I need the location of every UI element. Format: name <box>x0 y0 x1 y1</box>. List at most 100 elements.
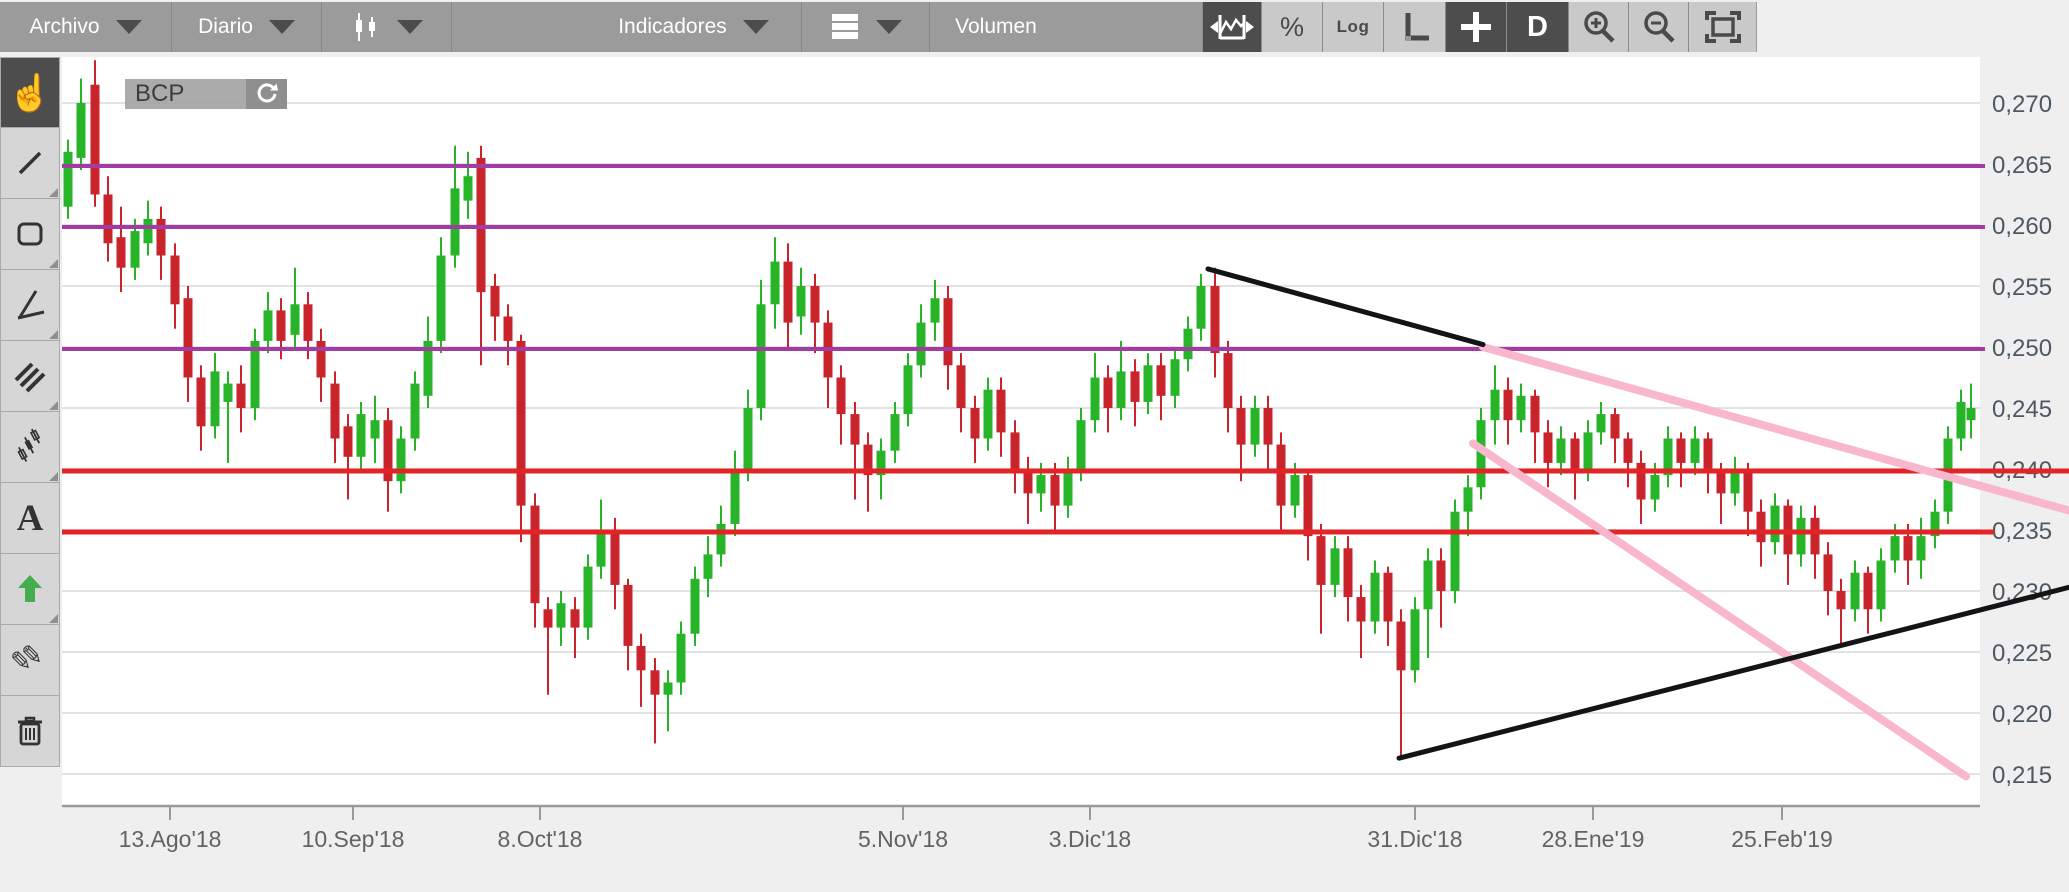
candle-up <box>263 310 273 341</box>
tool-parallel-lines[interactable] <box>0 341 60 412</box>
interval-daily-button[interactable]: D <box>1506 2 1568 52</box>
candle-up <box>1036 475 1046 494</box>
candle-down <box>1383 572 1393 622</box>
tool-text[interactable]: A <box>0 483 60 554</box>
candle-up <box>410 383 420 439</box>
fullscreen-button[interactable] <box>1688 2 1756 52</box>
menu-archivo[interactable]: Archivo <box>0 2 171 52</box>
tool-freehand-draw[interactable]: ✎ ✎ <box>0 625 60 696</box>
candle-up <box>1890 536 1900 561</box>
candle-down <box>1050 475 1060 506</box>
candle-up <box>583 566 593 628</box>
menu-diario-label: Diario <box>198 15 253 38</box>
candle-up <box>730 469 740 524</box>
menu-chart-style[interactable] <box>321 2 451 52</box>
tool-cursor[interactable]: ☝ <box>0 57 60 128</box>
candle-up <box>930 298 940 323</box>
trash-icon <box>18 716 42 746</box>
candle-down <box>850 414 860 445</box>
zoom-out-button[interactable] <box>1628 2 1688 52</box>
tool-angle-lines[interactable] <box>0 270 60 341</box>
candle-up <box>290 304 300 335</box>
candle-up <box>76 103 86 158</box>
candle-up <box>1966 408 1976 421</box>
candle-down <box>1810 517 1820 555</box>
layout-list-icon <box>831 14 858 39</box>
candle-down <box>1743 469 1753 512</box>
candle-up <box>396 438 406 482</box>
log-scale-button[interactable]: Log <box>1322 2 1383 52</box>
angle-lines-icon <box>17 290 45 320</box>
candle-up <box>356 414 366 457</box>
volumen-label: Volumen <box>955 15 1037 38</box>
menu-indicadores[interactable]: Indicadores <box>451 2 801 52</box>
percent-scale-button[interactable]: % <box>1261 2 1322 52</box>
candle-up <box>143 218 153 244</box>
tool-delete-drawings[interactable] <box>0 696 60 767</box>
candle-down <box>1103 377 1113 408</box>
zoom-in-icon <box>1583 11 1615 43</box>
candle-down <box>236 383 246 408</box>
zoom-in-button[interactable] <box>1568 2 1628 52</box>
tool-candle-pattern[interactable] <box>0 412 60 483</box>
candle-down <box>1570 438 1580 469</box>
candle-up <box>556 603 566 628</box>
candle-up <box>63 151 73 207</box>
auto-fit-button[interactable] <box>1202 2 1261 52</box>
candle-up <box>1916 536 1926 561</box>
y-axis-label: 0,265 <box>1992 152 2052 179</box>
candle-down <box>1676 438 1686 463</box>
candle-down <box>943 298 953 366</box>
candle-up <box>1116 371 1126 408</box>
x-axis-label: 3.Dic'18 <box>1049 826 1131 852</box>
zoom-out-icon <box>1643 11 1675 43</box>
submenu-corner <box>49 401 58 410</box>
candle-down <box>1356 597 1366 622</box>
candle-down <box>303 304 313 341</box>
menu-timeframe-diario[interactable]: Diario <box>171 2 321 52</box>
candle-up <box>1063 469 1073 506</box>
candle-down <box>810 286 820 323</box>
refresh-button[interactable] <box>246 79 287 109</box>
candle-down <box>956 365 966 408</box>
candle-down <box>1316 536 1326 585</box>
candle-up <box>1876 560 1886 610</box>
auto-fit-icon <box>1210 15 1254 40</box>
candle-up <box>916 322 926 366</box>
candle-down <box>503 316 513 341</box>
candle-up <box>903 365 913 415</box>
candle-down <box>1343 548 1353 598</box>
x-axis-label: 10.Sep'18 <box>302 826 405 852</box>
hand-cursor-icon: ☝ <box>7 71 53 113</box>
tool-arrow-up[interactable] <box>0 554 60 625</box>
candle-down <box>490 286 500 317</box>
candle-up <box>796 286 806 317</box>
pencils-icon: ✎ ✎ <box>10 640 43 676</box>
candle-up <box>703 554 713 579</box>
candle-down <box>1636 462 1646 500</box>
tool-trend-line[interactable] <box>0 128 60 199</box>
indicator-volumen-label-cell[interactable]: Volumen <box>929 2 1202 52</box>
candle-down <box>570 609 580 628</box>
menu-archivo-label: Archivo <box>29 15 100 38</box>
tool-rectangle[interactable] <box>0 199 60 270</box>
candle-down <box>610 530 620 585</box>
chart-canvas[interactable]: 0,2700,2650,2600,2550,2500,2450,2400,235… <box>0 0 2069 892</box>
chevron-down-icon <box>742 20 769 34</box>
linear-axis-button[interactable] <box>1383 2 1445 52</box>
candle-down <box>1503 389 1513 421</box>
line-icon <box>18 151 42 175</box>
crosshair-button[interactable] <box>1445 2 1506 52</box>
candle-down <box>1236 408 1246 445</box>
candle-down <box>103 194 113 244</box>
candle-down <box>1276 444 1286 506</box>
candle-up <box>676 633 686 683</box>
candle-down <box>650 670 660 695</box>
candle-down <box>170 255 180 305</box>
candle-up <box>1556 438 1566 463</box>
menu-layout[interactable] <box>801 2 929 52</box>
candle-down <box>836 377 846 415</box>
candlestick-style-icon <box>355 13 375 41</box>
candle-down <box>316 340 326 378</box>
candle-up <box>1650 475 1660 500</box>
